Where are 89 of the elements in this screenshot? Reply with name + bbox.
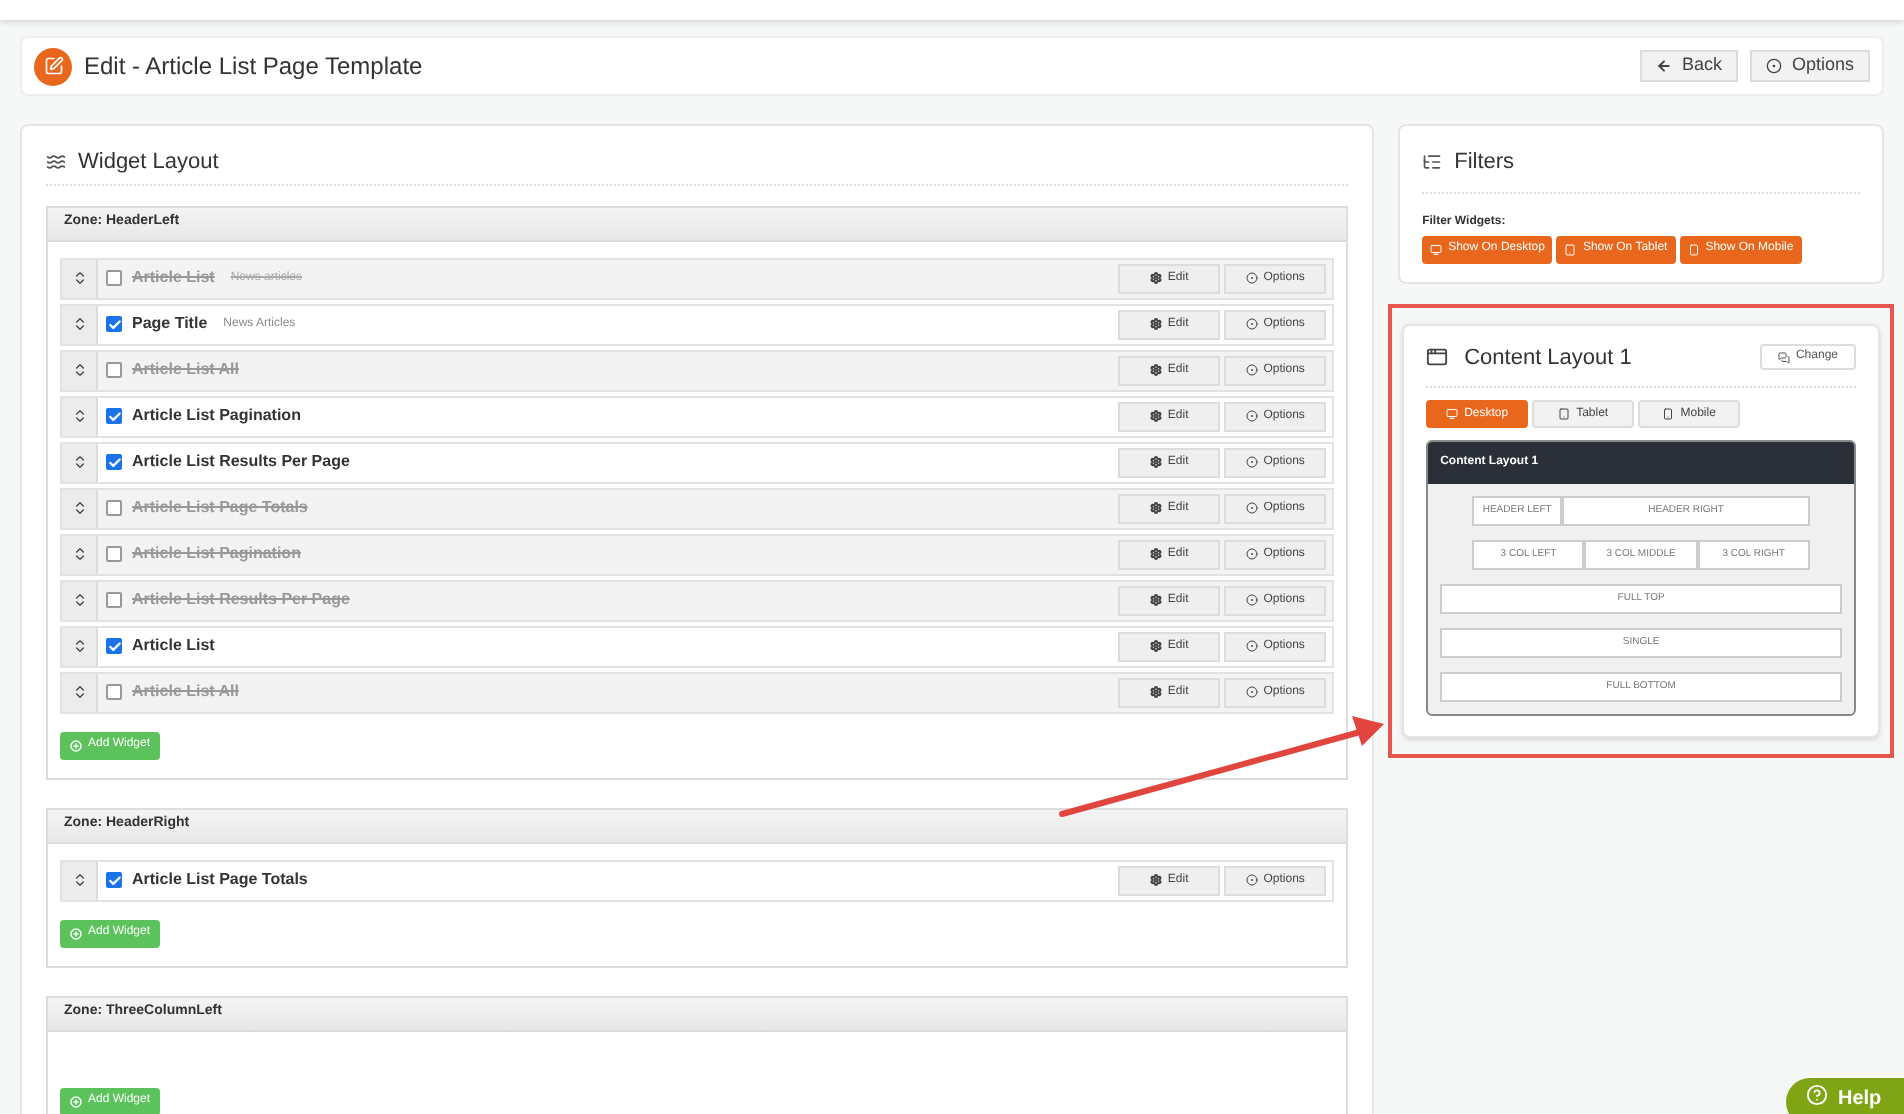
check-icon [107, 317, 121, 331]
panel-title: Content Layout 1 [1464, 343, 1632, 373]
tree-icon [1422, 152, 1443, 173]
panel-title: Widget Layout [78, 148, 219, 178]
widget-name: Article List All [132, 680, 239, 704]
checkbox[interactable] [106, 592, 122, 608]
drag-handle[interactable] [62, 581, 98, 619]
widget-name: Article List Page Totals [132, 496, 308, 520]
widget-name: Article List Pagination [132, 542, 301, 566]
options-icon [1245, 548, 1258, 560]
widget-name: Article List Results Per Page [132, 588, 350, 612]
sort-icon [71, 362, 87, 378]
waves-icon [46, 152, 66, 173]
check-icon [107, 873, 121, 887]
plus-icon [70, 927, 82, 939]
monitor-icon [1430, 243, 1443, 255]
page-title: Edit - Article List Page Template [84, 50, 423, 84]
arrow-left-icon [1655, 58, 1672, 74]
options-icon [1245, 456, 1258, 468]
checkbox[interactable] [106, 362, 122, 378]
gear-icon [1149, 548, 1162, 560]
gear-icon [1149, 502, 1162, 514]
options-icon [1245, 364, 1258, 376]
drag-handle[interactable] [62, 535, 98, 573]
chat-icon [1777, 351, 1790, 364]
sort-icon [71, 454, 87, 470]
panel-title: Filters [1454, 148, 1515, 178]
widget-name: Article List [132, 266, 215, 290]
drag-handle[interactable] [62, 443, 98, 481]
checkbox[interactable] [106, 546, 122, 562]
gear-icon [1149, 594, 1162, 606]
drag-handle[interactable] [62, 673, 98, 711]
gear-icon [1149, 456, 1162, 468]
options-icon [1245, 272, 1258, 284]
drag-handle[interactable] [62, 397, 98, 435]
options-icon [1245, 874, 1258, 886]
drag-handle[interactable] [62, 351, 98, 389]
check-icon [107, 409, 121, 423]
options-icon [1765, 58, 1782, 74]
gear-icon [1149, 640, 1162, 652]
checkbox[interactable] [106, 684, 122, 700]
gear-icon [1149, 272, 1162, 284]
sort-icon [71, 408, 87, 424]
sort-icon [71, 872, 87, 888]
sort-icon [71, 270, 87, 286]
widget-name: Article List Results Per Page [132, 450, 350, 474]
sort-icon [71, 546, 87, 562]
help-icon [1806, 1084, 1828, 1106]
gear-icon [1149, 410, 1162, 422]
back-button[interactable]: Back [1639, 50, 1738, 82]
options-button[interactable]: Options [1749, 50, 1870, 82]
gear-icon [1149, 364, 1162, 376]
widget-name: Article List All [132, 358, 239, 382]
widget-name: Article List Page Totals [132, 868, 308, 892]
check-icon [107, 455, 121, 469]
plus-icon [70, 1095, 82, 1107]
options-icon [1245, 640, 1258, 652]
sort-icon [71, 316, 87, 332]
checkbox[interactable] [106, 270, 122, 286]
page-icon [34, 47, 72, 85]
check-icon [107, 639, 121, 653]
options-icon [1245, 594, 1258, 606]
gear-icon [1149, 686, 1162, 698]
widget-name: Article List [132, 634, 215, 658]
options-icon [1245, 502, 1258, 514]
phone-icon [1687, 243, 1700, 255]
plus-icon [70, 739, 82, 751]
tablet-icon [1558, 408, 1571, 420]
checkbox[interactable] [106, 500, 122, 516]
drag-handle[interactable] [62, 627, 98, 665]
gear-icon [1149, 874, 1162, 886]
gear-icon [1149, 318, 1162, 330]
tablet-icon [1564, 243, 1577, 255]
drag-handle[interactable] [62, 861, 98, 899]
monitor-icon [1446, 408, 1459, 420]
widget-name: Page Title [132, 312, 208, 336]
sort-icon [71, 638, 87, 654]
options-icon [1245, 686, 1258, 698]
phone-icon [1662, 408, 1675, 420]
sort-icon [71, 684, 87, 700]
options-icon [1245, 410, 1258, 422]
widget-name: Article List Pagination [132, 404, 301, 428]
sort-icon [71, 500, 87, 516]
drag-handle[interactable] [62, 489, 98, 527]
drag-handle[interactable] [62, 259, 98, 297]
sort-icon [71, 592, 87, 608]
drag-handle[interactable] [62, 305, 98, 343]
window-icon [1426, 346, 1449, 369]
options-icon [1245, 318, 1258, 330]
